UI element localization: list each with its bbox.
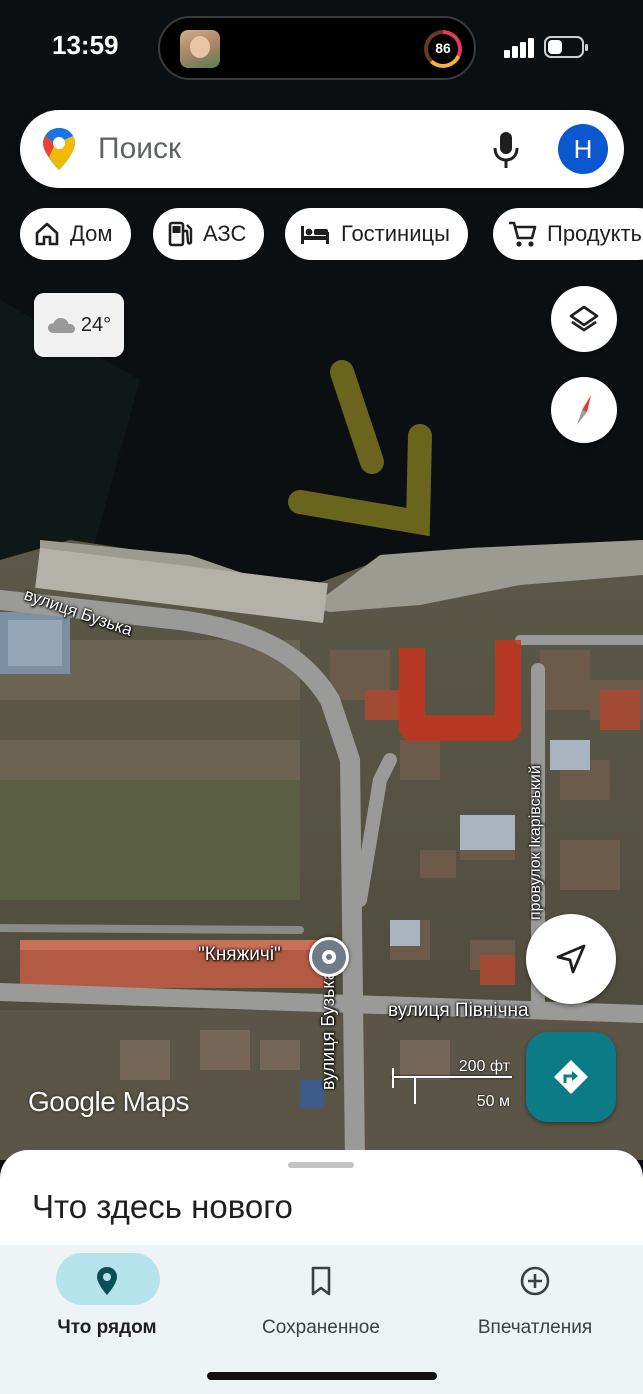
my-location-button[interactable] (526, 914, 616, 1004)
street-label-pivnichna[interactable]: вулиця Північна (388, 1000, 529, 1022)
weather-temperature: 24° (80, 313, 112, 336)
chip-home[interactable]: Дом (20, 208, 131, 260)
location-pin-icon (97, 1267, 117, 1295)
street-label-buzka-vertical[interactable]: вулиця Бузька (318, 970, 339, 1090)
street-label-ikarivskyi[interactable]: провулок Ікарівський (527, 765, 545, 920)
dynamic-island[interactable]: 86 (158, 16, 476, 80)
scale-metric: 50 м (476, 1093, 510, 1110)
place-pin-icon[interactable] (309, 937, 349, 977)
navigation-arrow-icon (556, 944, 586, 974)
weather-chip[interactable]: 24° (34, 293, 124, 357)
account-avatar[interactable]: Н (558, 124, 608, 174)
gas-station-icon (168, 221, 193, 247)
nav-tab-explore-label: Что рядом (57, 1317, 157, 1338)
microphone-icon[interactable] (490, 130, 522, 170)
sheet-title: Что здесь нового (32, 1188, 293, 1225)
home-icon (35, 222, 59, 246)
cloud-icon (47, 318, 75, 333)
nav-tab-contribute[interactable]: Впечатления (428, 1253, 642, 1353)
bookmark-icon (311, 1266, 331, 1296)
layers-icon (569, 305, 599, 332)
chip-gas-station-label: АЗС (203, 221, 247, 246)
battery-icon (544, 36, 588, 58)
live-activity-avatar (180, 30, 220, 68)
google-logo-text: Google (28, 1086, 116, 1117)
maps-logo-text: Maps (122, 1086, 190, 1117)
nav-tab-contribute-label: Впечатления (477, 1317, 593, 1338)
bed-icon (301, 226, 329, 244)
add-circle-icon (520, 1266, 550, 1296)
cart-icon (509, 221, 537, 247)
activity-ring-icon: 86 (424, 30, 462, 68)
chip-home-label: Дом (70, 221, 113, 246)
category-chips: Дом АЗС Гостиницы Продукты (0, 208, 643, 260)
place-label-kniazhychi[interactable]: "Княжичі" (198, 944, 281, 966)
chip-hotels[interactable]: Гостиницы (285, 208, 468, 260)
chip-gas-station[interactable]: АЗС (153, 208, 265, 260)
home-indicator[interactable] (207, 1372, 437, 1380)
nav-tab-saved-label: Сохраненное (262, 1317, 380, 1338)
map-scale: 200 фт 50 м (392, 1058, 514, 1116)
map-layers-button[interactable] (551, 286, 617, 352)
sheet-drag-handle[interactable] (288, 1162, 354, 1168)
status-time: 13:59 (52, 30, 119, 60)
search-input[interactable] (98, 130, 458, 168)
chip-hotels-label: Гостиницы (341, 221, 450, 246)
compass-icon (577, 395, 591, 425)
compass-button[interactable] (551, 377, 617, 443)
search-bar[interactable]: Н (20, 110, 624, 188)
nav-tab-explore[interactable]: Что рядом (0, 1253, 214, 1353)
cellular-signal-icon (504, 38, 536, 58)
google-maps-pin-icon (43, 128, 75, 170)
directions-button[interactable] (526, 1032, 616, 1122)
chip-groceries[interactable]: Продукты (493, 208, 643, 260)
directions-icon (554, 1060, 588, 1094)
activity-ring-value: 86 (435, 40, 451, 56)
status-bar: 13:59 86 (0, 0, 643, 96)
chip-groceries-label: Продукты (547, 221, 643, 246)
nav-tab-saved[interactable]: Сохраненное (214, 1253, 428, 1353)
google-maps-logo: Google Maps (28, 1086, 190, 1118)
scale-imperial: 200 фт (458, 1058, 510, 1075)
